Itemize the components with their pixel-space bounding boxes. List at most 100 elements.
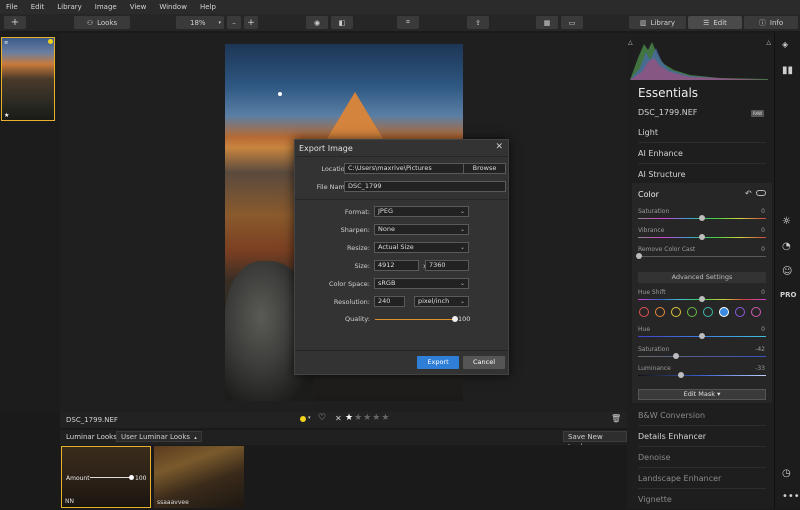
hue-knob[interactable] bbox=[699, 333, 705, 339]
star-icon[interactable]: ★ bbox=[354, 413, 363, 423]
section-details-enhancer[interactable]: Details Enhancer bbox=[638, 426, 766, 447]
export-button[interactable]: Export bbox=[417, 356, 459, 369]
hue-slider[interactable] bbox=[638, 333, 766, 339]
share-icon[interactable]: ⇪ bbox=[467, 16, 489, 29]
resize-select[interactable]: Actual Size ⌄ bbox=[374, 242, 469, 253]
star-icon[interactable]: ★ bbox=[345, 413, 354, 423]
sharpen-select[interactable]: None ⌄ bbox=[374, 224, 469, 235]
remove-color-cast-slider[interactable] bbox=[636, 253, 766, 259]
color-swatch[interactable] bbox=[671, 307, 681, 317]
color-title[interactable]: Color bbox=[638, 190, 659, 199]
menu-view[interactable]: View bbox=[130, 3, 147, 11]
section-light[interactable]: Light bbox=[638, 122, 766, 143]
color-swatch[interactable] bbox=[687, 307, 697, 317]
section-landscape-enhancer[interactable]: Landscape Enhancer bbox=[638, 468, 766, 489]
tab-library[interactable]: ▥ Library bbox=[629, 16, 686, 29]
resolution-field[interactable]: 240 bbox=[374, 296, 405, 307]
star-icon[interactable]: ★ bbox=[372, 413, 381, 423]
color-swatch[interactable] bbox=[655, 307, 665, 317]
format-select[interactable]: JPEG ⌄ bbox=[374, 206, 469, 217]
color-saturation-slider[interactable] bbox=[638, 353, 766, 359]
pro-icon[interactable]: PRO bbox=[780, 291, 796, 299]
menu-window[interactable]: Window bbox=[159, 3, 187, 11]
resolution-unit-select[interactable]: pixel/inch ⌄ bbox=[414, 296, 469, 307]
single-view-icon[interactable]: ▭ bbox=[561, 16, 583, 29]
reject-icon[interactable]: ✕ bbox=[335, 414, 342, 423]
shadow-clipping-icon[interactable]: △ bbox=[628, 39, 633, 46]
color-swatch[interactable] bbox=[639, 307, 649, 317]
menu-image[interactable]: Image bbox=[95, 3, 117, 11]
trash-icon[interactable]: 🗑 bbox=[611, 414, 621, 423]
saturation-slider[interactable] bbox=[638, 215, 766, 221]
close-icon[interactable]: ✕ bbox=[495, 142, 503, 152]
section-denoise[interactable]: Denoise bbox=[638, 447, 766, 468]
section-vignette[interactable]: Vignette bbox=[638, 489, 766, 510]
highlight-clipping-icon[interactable]: △ bbox=[766, 39, 771, 46]
photo-thumbnail[interactable]: ≡ ★ bbox=[1, 37, 55, 121]
look-thumbnail-ssaaavvee[interactable]: ssaaavvee bbox=[154, 446, 244, 508]
more-icon[interactable]: ••• bbox=[782, 491, 800, 502]
visibility-toggle-icon[interactable] bbox=[756, 190, 766, 196]
rating-stars[interactable]: ★★★★★ bbox=[345, 413, 390, 423]
edit-mask-button[interactable]: Edit Mask ▾ bbox=[638, 389, 766, 400]
layers-icon[interactable]: ◈ bbox=[782, 40, 788, 49]
color-label-icon[interactable] bbox=[300, 416, 306, 422]
cancel-button[interactable]: Cancel bbox=[463, 356, 505, 369]
luminance-knob[interactable] bbox=[678, 372, 684, 378]
section-ai-enhance[interactable]: AI Enhance bbox=[638, 143, 766, 164]
menu-edit[interactable]: Edit bbox=[31, 3, 45, 11]
colorspace-select[interactable]: sRGB ⌄ bbox=[374, 278, 469, 289]
crop-icon[interactable]: ⌗ bbox=[397, 16, 419, 29]
compare-icon[interactable]: ◧ bbox=[331, 16, 353, 29]
luminance-slider[interactable] bbox=[638, 372, 766, 378]
remove-color-cast-knob[interactable] bbox=[636, 253, 642, 259]
menu-help[interactable]: Help bbox=[200, 3, 216, 11]
section-ai-structure[interactable]: AI Structure bbox=[638, 164, 766, 185]
color-swatch[interactable] bbox=[751, 307, 761, 317]
color-swatch[interactable] bbox=[735, 307, 745, 317]
filename-field[interactable]: DSC_1799 bbox=[344, 181, 506, 192]
history-icon[interactable]: ◷ bbox=[782, 468, 791, 479]
browse-button[interactable]: Browse bbox=[463, 163, 505, 174]
advanced-settings-button[interactable]: Advanced Settings bbox=[638, 272, 766, 283]
hue-shift-knob[interactable] bbox=[699, 296, 705, 302]
zoom-select[interactable]: 18% ▾ bbox=[176, 16, 224, 29]
tab-info[interactable]: ⓘ Info bbox=[744, 16, 798, 29]
chevron-down-icon[interactable]: ▾ bbox=[308, 415, 311, 421]
menu-file[interactable]: File bbox=[6, 3, 18, 11]
canvas-icon[interactable]: ▮▮ bbox=[782, 65, 793, 76]
amount-slider[interactable] bbox=[90, 475, 134, 480]
histogram: △ △ bbox=[628, 38, 771, 80]
tab-edit[interactable]: ☰ Edit bbox=[688, 16, 742, 29]
menu-library[interactable]: Library bbox=[57, 3, 81, 11]
quality-slider[interactable] bbox=[375, 316, 458, 322]
zoom-in-button[interactable]: + bbox=[244, 16, 258, 29]
sun-icon[interactable]: ☼ bbox=[782, 216, 791, 227]
add-photos-button[interactable]: + bbox=[4, 16, 26, 29]
section-bw-conversion[interactable]: B&W Conversion bbox=[638, 405, 766, 426]
heart-icon[interactable]: ♡ bbox=[318, 413, 326, 423]
palette-icon[interactable]: ◔ bbox=[782, 241, 791, 252]
vibrance-slider[interactable] bbox=[638, 234, 766, 240]
looks-category-select[interactable]: User Luminar Looks ▴ bbox=[116, 431, 202, 442]
color-swatch[interactable] bbox=[703, 307, 713, 317]
star-icon[interactable]: ★ bbox=[381, 413, 390, 423]
saturation-knob[interactable] bbox=[699, 215, 705, 221]
height-field[interactable]: 7360 bbox=[425, 260, 469, 271]
star-icon[interactable]: ★ bbox=[363, 413, 372, 423]
zoom-out-button[interactable]: – bbox=[227, 16, 241, 29]
location-field[interactable]: C:\Users\maxrive\Pictures Browse bbox=[344, 163, 506, 174]
hue-shift-slider[interactable] bbox=[638, 296, 766, 302]
preview-eye-icon[interactable]: ◉ bbox=[306, 16, 328, 29]
amount-knob[interactable] bbox=[129, 475, 134, 480]
look-thumbnail-nn[interactable]: Amount 100 NN bbox=[61, 446, 151, 508]
vibrance-knob[interactable] bbox=[699, 234, 705, 240]
save-new-look-button[interactable]: Save New Look... bbox=[563, 431, 627, 451]
color-saturation-knob[interactable] bbox=[673, 353, 679, 359]
undo-icon[interactable]: ↶ bbox=[745, 189, 752, 198]
color-swatch[interactable] bbox=[719, 307, 729, 317]
portrait-icon[interactable]: ☺ bbox=[782, 266, 792, 277]
grid-view-icon[interactable]: ▦ bbox=[536, 16, 558, 29]
width-field[interactable]: 4912 bbox=[374, 260, 419, 271]
looks-button[interactable]: ⚇ Looks bbox=[74, 16, 130, 29]
